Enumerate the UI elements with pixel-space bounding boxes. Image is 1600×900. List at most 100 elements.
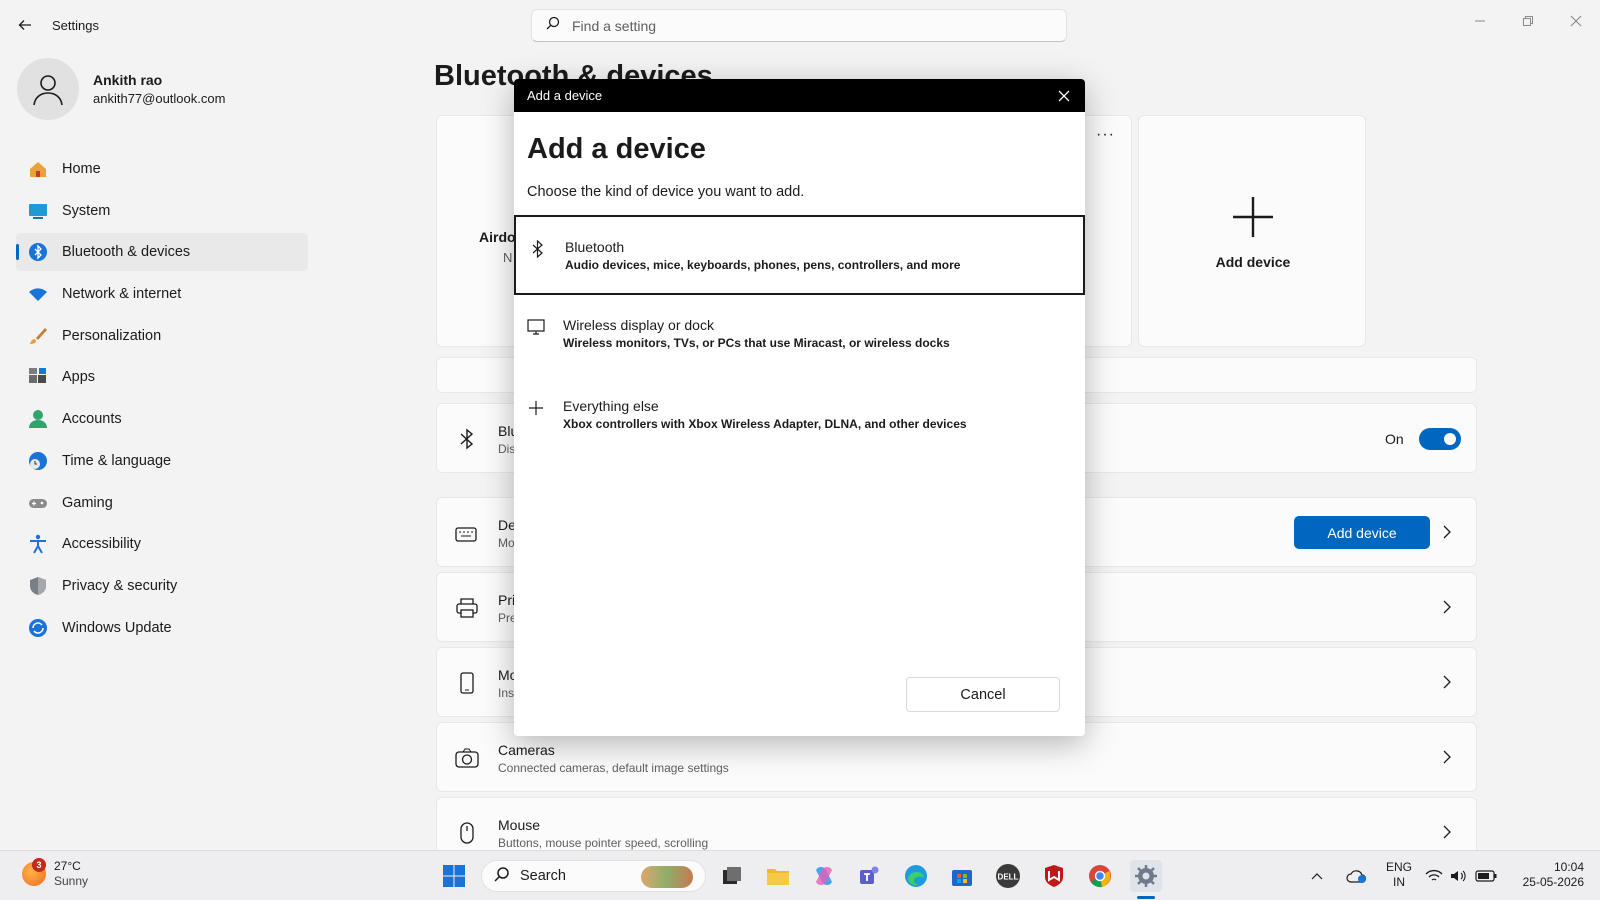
sidebar-item-apps[interactable]: Apps bbox=[16, 358, 308, 396]
sidebar-item-label: Privacy & security bbox=[62, 577, 178, 594]
device-name: Airdo bbox=[479, 229, 516, 245]
mcafee-icon[interactable] bbox=[1038, 860, 1070, 892]
close-icon[interactable] bbox=[1053, 85, 1075, 107]
language-indicator[interactable]: ENG IN bbox=[1384, 860, 1414, 890]
start-button[interactable] bbox=[438, 860, 470, 892]
copilot-icon[interactable] bbox=[808, 860, 840, 892]
brush-icon bbox=[28, 326, 48, 346]
printer-icon bbox=[455, 596, 479, 620]
store-icon[interactable] bbox=[946, 860, 978, 892]
apps-icon bbox=[28, 367, 48, 387]
toggle-state-label: On bbox=[1385, 431, 1404, 447]
cameras-row-title: Cameras bbox=[498, 742, 555, 758]
search-icon bbox=[546, 16, 560, 35]
plus-icon bbox=[1231, 195, 1275, 244]
wifi-icon[interactable] bbox=[1423, 860, 1445, 892]
sidebar-item-accounts[interactable]: Accounts bbox=[16, 400, 308, 438]
dialog-title-bar: Add a device bbox=[514, 79, 1085, 112]
device-status: N bbox=[503, 250, 513, 265]
monitor-icon bbox=[526, 317, 546, 337]
sidebar-item-network[interactable]: Network & internet bbox=[16, 275, 308, 313]
system-icon bbox=[28, 201, 48, 221]
sidebar-item-windows-update[interactable]: Windows Update bbox=[16, 609, 308, 647]
bluetooth-row-subtitle: Dis bbox=[498, 442, 516, 456]
clock-date: 25-05-2026 bbox=[1522, 875, 1584, 889]
sidebar-item-label: Windows Update bbox=[62, 619, 172, 636]
update-icon bbox=[28, 618, 48, 638]
mouse-icon bbox=[455, 821, 479, 845]
chevron-right-icon bbox=[1443, 525, 1451, 539]
chevron-right-icon bbox=[1443, 675, 1451, 689]
option-bluetooth[interactable]: Bluetooth Audio devices, mice, keyboards… bbox=[514, 215, 1085, 295]
notification-badge: 3 bbox=[32, 858, 46, 872]
cancel-button[interactable]: Cancel bbox=[906, 677, 1060, 712]
option-everything-else[interactable]: Everything else Xbox controllers with Xb… bbox=[514, 376, 1085, 456]
sidebar-item-label: Home bbox=[62, 161, 101, 177]
cameras-row-subtitle: Connected cameras, default image setting… bbox=[498, 761, 729, 775]
back-arrow-icon[interactable] bbox=[14, 14, 36, 36]
settings-app-icon[interactable] bbox=[1130, 860, 1162, 892]
sidebar-item-bluetooth-devices[interactable]: Bluetooth & devices bbox=[16, 233, 308, 272]
profile-name: Ankith rao bbox=[93, 72, 163, 88]
sidebar-item-label: Time & language bbox=[62, 452, 172, 469]
globe-clock-icon bbox=[28, 451, 48, 471]
title-bar: Settings bbox=[0, 0, 1600, 50]
settings-search-box[interactable] bbox=[531, 9, 1067, 42]
option-title: Wireless display or dock bbox=[563, 317, 714, 333]
sun-icon: 3 bbox=[22, 858, 46, 886]
chevron-up-icon[interactable] bbox=[1307, 860, 1327, 892]
taskbar-search[interactable]: Search bbox=[481, 860, 706, 892]
chevron-right-icon bbox=[1443, 750, 1451, 764]
sidebar-item-privacy-security[interactable]: Privacy & security bbox=[16, 567, 308, 605]
language-code: ENG bbox=[1385, 860, 1412, 874]
teams-icon[interactable] bbox=[854, 860, 886, 892]
weather-widget[interactable]: 3 27°C Sunny bbox=[22, 858, 89, 889]
search-highlight-image bbox=[641, 866, 693, 888]
sidebar-item-home[interactable]: Home bbox=[16, 150, 308, 188]
app-title: Settings bbox=[52, 18, 99, 33]
mouse-row-subtitle: Buttons, mouse pointer speed, scrolling bbox=[498, 836, 709, 850]
sidebar-item-system[interactable]: System bbox=[16, 192, 308, 230]
sidebar-item-time-language[interactable]: Time & language bbox=[16, 442, 308, 480]
wifi-icon bbox=[28, 284, 48, 304]
sidebar-item-label: Network & internet bbox=[62, 286, 182, 303]
add-device-tile[interactable]: Add device bbox=[1138, 115, 1366, 347]
shield-icon bbox=[28, 576, 48, 596]
battery-icon[interactable] bbox=[1474, 860, 1498, 892]
add-device-button[interactable]: Add device bbox=[1294, 516, 1430, 549]
option-wireless-display[interactable]: Wireless display or dock Wireless monito… bbox=[514, 295, 1085, 375]
chrome-icon[interactable] bbox=[1084, 860, 1116, 892]
task-view-icon[interactable] bbox=[716, 860, 748, 892]
sidebar-item-label: Gaming bbox=[62, 494, 113, 511]
dell-icon[interactable]: DELL bbox=[992, 860, 1024, 892]
option-description: Xbox controllers with Xbox Wireless Adap… bbox=[563, 417, 967, 431]
devices-row-subtitle: Mo bbox=[498, 536, 515, 550]
taskbar: 3 27°C Sunny Search DELL ENG IN 10:04 25… bbox=[0, 850, 1600, 900]
sidebar-item-label: Apps bbox=[62, 369, 96, 386]
clock[interactable]: 10:04 25-05-2026 bbox=[1510, 860, 1584, 890]
sidebar-item-label: Bluetooth & devices bbox=[62, 244, 191, 261]
onedrive-icon[interactable] bbox=[1345, 860, 1369, 892]
sidebar-item-label: Personalization bbox=[62, 327, 162, 344]
clock-time: 10:04 bbox=[1553, 860, 1584, 874]
gamepad-icon bbox=[28, 493, 48, 513]
bluetooth-toggle[interactable] bbox=[1419, 428, 1461, 450]
restore-button[interactable] bbox=[1505, 6, 1551, 36]
more-options-icon[interactable]: ··· bbox=[1096, 126, 1115, 144]
sidebar-item-accessibility[interactable]: Accessibility bbox=[16, 525, 308, 563]
file-explorer-icon[interactable] bbox=[762, 860, 794, 892]
minimize-button[interactable] bbox=[1457, 6, 1503, 36]
volume-icon[interactable] bbox=[1448, 860, 1470, 892]
mouse-row-title: Mouse bbox=[498, 817, 541, 833]
option-title: Everything else bbox=[563, 398, 659, 414]
weather-condition: Sunny bbox=[54, 874, 89, 888]
sidebar-item-gaming[interactable]: Gaming bbox=[16, 484, 308, 522]
chevron-right-icon bbox=[1443, 825, 1451, 839]
edge-icon[interactable] bbox=[900, 860, 932, 892]
sidebar-item-personalization[interactable]: Personalization bbox=[16, 317, 308, 355]
close-window-button[interactable] bbox=[1553, 6, 1599, 36]
dialog-window-title: Add a device bbox=[527, 88, 603, 103]
search-input[interactable] bbox=[572, 17, 1032, 34]
sidebar-item-label: Accessibility bbox=[62, 536, 141, 553]
user-profile[interactable]: Ankith rao ankith77@outlook.com bbox=[17, 58, 225, 120]
